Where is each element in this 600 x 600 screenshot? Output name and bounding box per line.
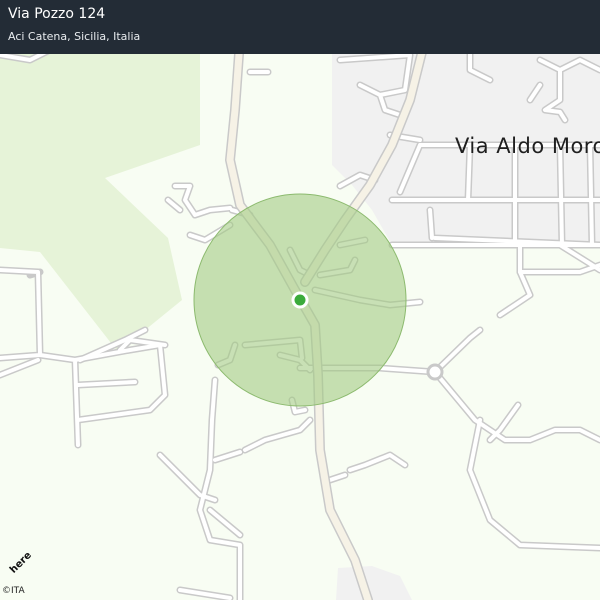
location-pin[interactable] <box>291 291 309 309</box>
roundabout <box>426 363 444 381</box>
park-area <box>0 40 200 352</box>
street-label: Via Aldo Moro <box>455 134 600 158</box>
map-attribution: ©ITA <box>2 586 25 596</box>
map-canvas[interactable] <box>0 0 600 600</box>
urban-area-bottom <box>336 566 412 600</box>
location-title: Via Pozzo 124 <box>8 6 106 22</box>
location-subtitle: Aci Catena, Sicilia, Italia <box>8 30 141 43</box>
location-header: Via Pozzo 124 Aci Catena, Sicilia, Itali… <box>0 0 600 54</box>
